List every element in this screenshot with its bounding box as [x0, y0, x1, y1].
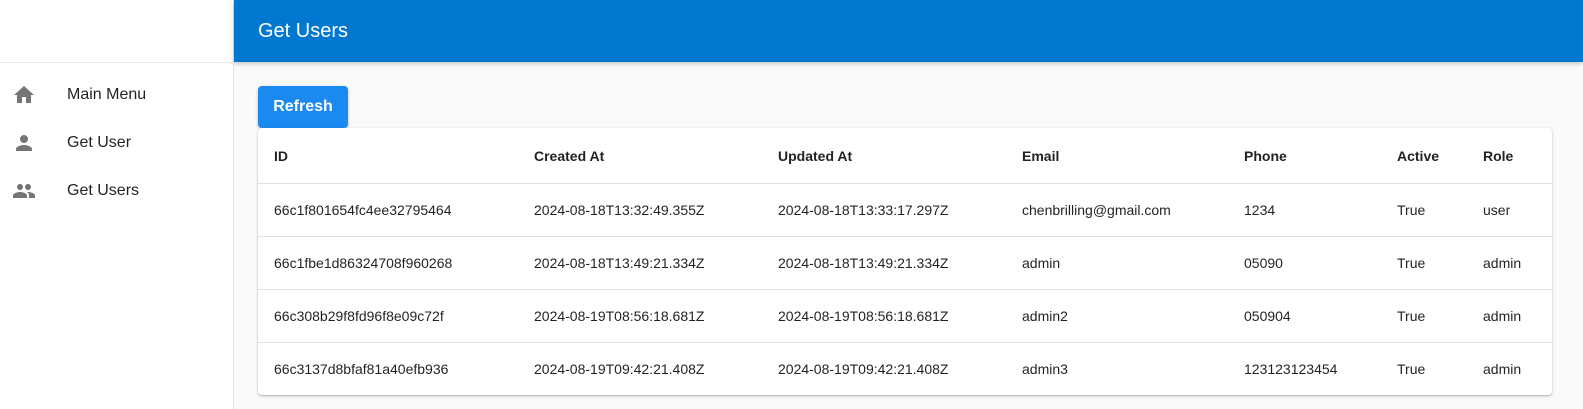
cell-phone: 1234: [1228, 183, 1381, 237]
sidebar-item-label: Main Menu: [67, 86, 147, 103]
cell-id: 66c1fbe1d86324708f960268: [258, 236, 518, 290]
cell-id: 66c3137d8bfaf81a40efb936: [274, 361, 449, 377]
cell-active: True: [1381, 183, 1467, 237]
sidebar-item-get-user[interactable]: Get User: [0, 119, 233, 167]
person-icon: [12, 131, 36, 155]
sidebar-item-label: Get User: [67, 134, 132, 151]
cell-updated-at: 2024-08-19T09:42:21.408Z: [778, 361, 949, 377]
app-root: Main Menu Get User Get Users Get Users R…: [0, 0, 1583, 409]
cell-email: admin2: [1006, 289, 1228, 343]
sidebar-header: [0, 0, 233, 63]
table-row[interactable]: 66c308b29f8fd96f8e09c72f 2024-08-19T08:5…: [258, 289, 1552, 343]
cell-created-at: 2024-08-19T09:42:21.408Z: [534, 361, 705, 377]
refresh-button[interactable]: Refresh: [258, 86, 348, 128]
column-header-phone: Phone: [1228, 128, 1381, 184]
cell-updated-at: 2024-08-19T08:56:18.681Z: [762, 289, 1006, 343]
people-icon: [12, 179, 36, 203]
users-table: ID Created At Updated At Email Phone Act…: [258, 128, 1552, 395]
sidebar: Main Menu Get User Get Users: [0, 0, 234, 409]
cell-email: chenbrilling@gmail.com: [1006, 183, 1228, 237]
table-row[interactable]: 66c1f801654fc4ee32795464 2024-08-18T13:3…: [258, 183, 1552, 237]
cell-active: True: [1381, 236, 1467, 290]
cell-role: admin: [1467, 289, 1552, 343]
sidebar-item-get-users[interactable]: Get Users: [0, 167, 233, 215]
cell-updated-at: 2024-08-18T13:33:17.297Z: [762, 183, 1006, 237]
cell-email: admin3: [1022, 361, 1068, 377]
cell-created-at: 2024-08-19T08:56:18.681Z: [518, 289, 762, 343]
cell-phone: 050904: [1228, 289, 1381, 343]
cell-email: admin: [1006, 236, 1228, 290]
cell-role: admin: [1483, 361, 1522, 377]
table-header-row: ID Created At Updated At Email Phone Act…: [258, 128, 1552, 184]
sidebar-nav: Main Menu Get User Get Users: [0, 63, 233, 215]
sidebar-item-main-menu[interactable]: Main Menu: [0, 71, 233, 119]
column-header-role: Role: [1467, 128, 1552, 184]
column-header-email: Email: [1006, 128, 1228, 184]
cell-phone: 123123123454: [1244, 361, 1338, 377]
column-header-updated-at: Updated At: [762, 128, 1006, 184]
cell-id: 66c308b29f8fd96f8e09c72f: [258, 289, 518, 343]
column-header-id: ID: [258, 128, 518, 184]
cell-active: True: [1381, 289, 1467, 343]
page-title: Get Users: [258, 19, 349, 42]
users-table-card: ID Created At Updated At Email Phone Act…: [258, 128, 1552, 395]
table-row[interactable]: 66c1fbe1d86324708f960268 2024-08-18T13:4…: [258, 236, 1552, 290]
main-content: Refresh ID Created At Updated At Email P…: [234, 62, 1583, 409]
sidebar-item-label: Get Users: [67, 182, 140, 199]
cell-active: True: [1397, 361, 1426, 377]
cell-role: user: [1467, 183, 1552, 237]
home-icon: [12, 83, 36, 107]
cell-id: 66c1f801654fc4ee32795464: [258, 183, 518, 237]
cell-created-at: 2024-08-18T13:49:21.334Z: [518, 236, 762, 290]
cell-updated-at: 2024-08-18T13:49:21.334Z: [762, 236, 1006, 290]
column-header-created-at: Created At: [518, 128, 762, 184]
cell-phone: 05090: [1228, 236, 1381, 290]
app-bar: Get Users: [234, 0, 1583, 62]
column-header-active: Active: [1381, 128, 1467, 184]
table-row[interactable]: 66c3137d8bfaf81a40efb936 2024-08-19T09:4…: [258, 343, 1552, 396]
cell-created-at: 2024-08-18T13:32:49.355Z: [518, 183, 762, 237]
cell-role: admin: [1467, 236, 1552, 290]
